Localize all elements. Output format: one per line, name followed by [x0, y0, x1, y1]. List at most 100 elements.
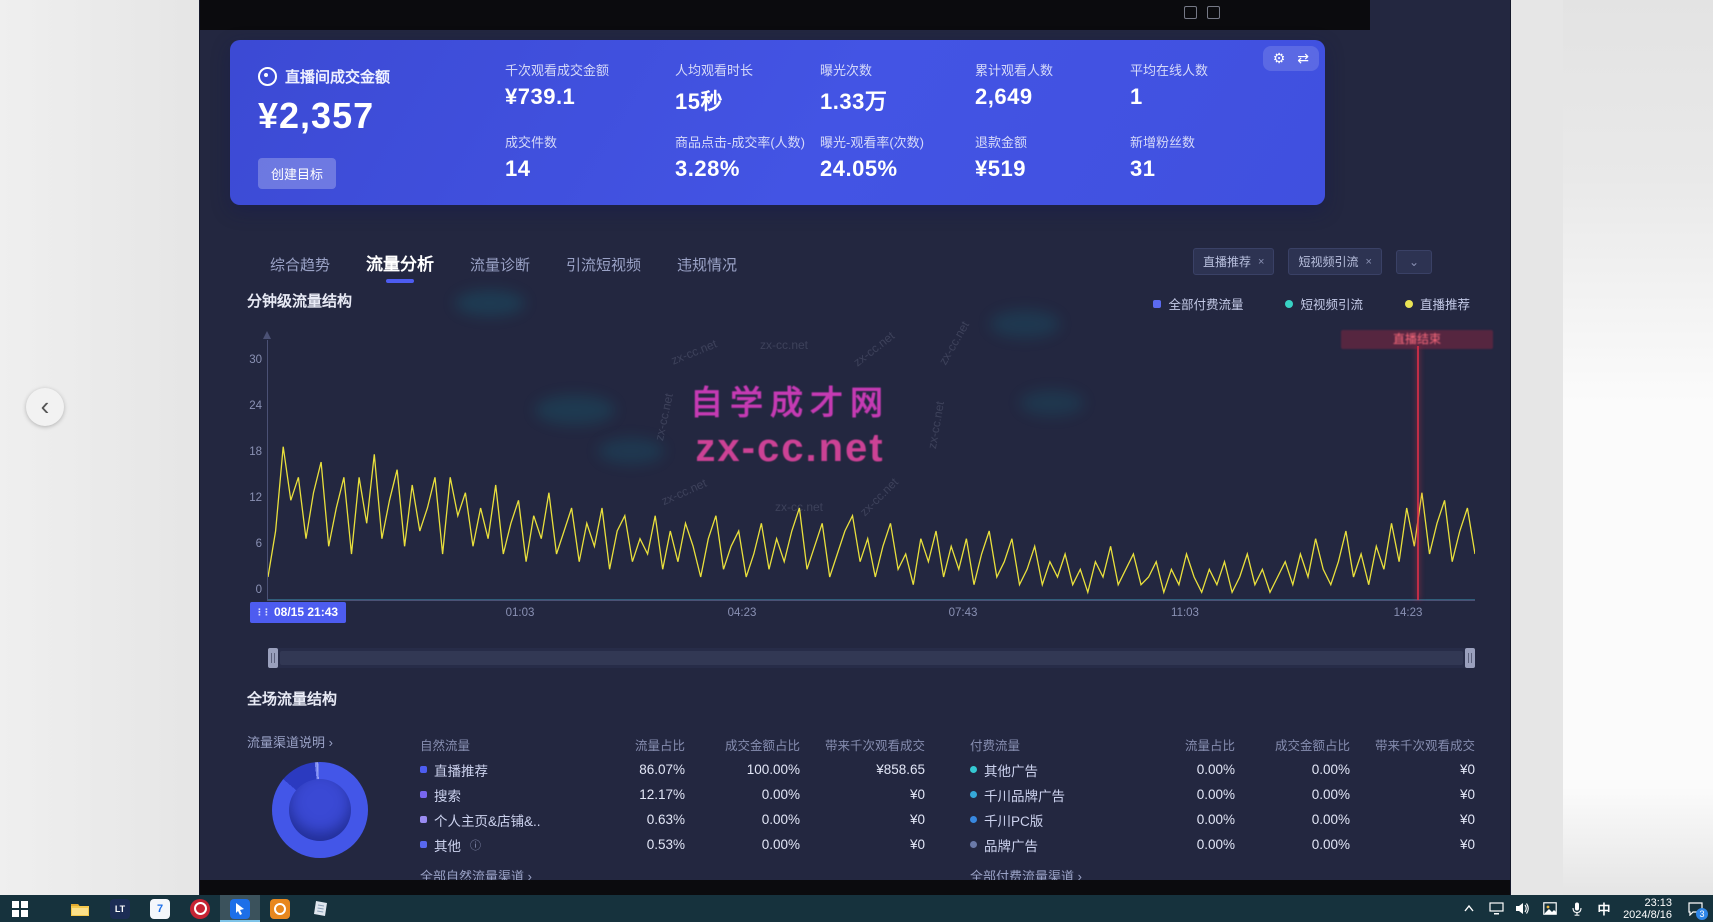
table-header-row: 付费流量 流量占比 成交金额占比 带来千次观看成交 — [970, 732, 1475, 757]
metric-label: 退款金额 — [975, 132, 1140, 151]
file-explorer-button[interactable] — [60, 895, 100, 922]
x-tick: 11:03 — [1150, 607, 1220, 619]
metric-value: 15秒 — [675, 84, 840, 116]
taskbar-clock[interactable]: 23:13 2024/8/16 — [1623, 897, 1672, 921]
cell-traffic-share: 0.00% — [1140, 787, 1235, 802]
channel-explain-link[interactable]: 流量渠道说明 › — [247, 732, 333, 751]
col-gpm: 带来千次观看成交 — [800, 735, 925, 754]
filter-tag-live-recommend[interactable]: 直播推荐× — [1193, 248, 1274, 275]
metric-cell: 曝光次数1.33万 — [820, 60, 985, 116]
taskbar-app-lt[interactable]: LT — [100, 895, 140, 922]
tab-short-video[interactable]: 引流短视频 — [566, 254, 641, 285]
table-row[interactable]: 个人主页&店铺&.. 0.63% 0.00% ¥0 — [420, 807, 925, 832]
tab-overall-trend[interactable]: 综合趋势 — [270, 254, 330, 285]
close-icon[interactable]: × — [1258, 256, 1264, 268]
filter-dropdown-chevron[interactable]: ⌄ — [1396, 250, 1432, 274]
y-tick: 24 — [216, 400, 262, 412]
table-row[interactable]: 品牌广告 0.00% 0.00% ¥0 — [970, 832, 1475, 857]
table-header-row: 自然流量 流量占比 成交金额占比 带来千次观看成交 — [420, 732, 925, 757]
window-titlebar[interactable] — [200, 0, 1370, 30]
microphone-icon[interactable] — [1569, 901, 1585, 917]
info-icon[interactable]: ⓘ — [470, 837, 481, 853]
series-bullet — [970, 766, 977, 773]
chart-legend: 全部付费流量 短视频引流 直播推荐 — [1153, 294, 1470, 313]
taskbar-app-live-companion[interactable] — [220, 895, 260, 922]
col-gmv-share: 成交金额占比 — [685, 735, 800, 754]
clock-time: 23:13 — [1623, 897, 1672, 909]
filter-tag-short-video[interactable]: 短视频引流× — [1288, 248, 1381, 275]
start-button[interactable] — [0, 895, 40, 922]
cell-traffic-share: 86.07% — [590, 762, 685, 777]
table-row[interactable]: 搜索 12.17% 0.00% ¥0 — [420, 782, 925, 807]
volume-icon[interactable] — [1515, 901, 1531, 917]
tray-expand-chevron[interactable] — [1461, 901, 1477, 917]
table-row[interactable]: 千川品牌广告 0.00% 0.00% ¥0 — [970, 782, 1475, 807]
taskbar-app-blue[interactable]: 7 — [140, 895, 180, 922]
swap-icon[interactable]: ⇄ — [1297, 50, 1309, 67]
notification-count-badge: 3 — [1696, 908, 1708, 920]
metric-label: 曝光次数 — [820, 60, 985, 79]
table-row[interactable]: 千川PC版 0.00% 0.00% ¥0 — [970, 807, 1475, 832]
blue-app-icon: 7 — [150, 899, 170, 919]
cell-gpm: ¥0 — [1350, 762, 1475, 777]
scrollbar-right-handle[interactable] — [1465, 648, 1475, 668]
minute-traffic-chart[interactable] — [268, 334, 1475, 604]
legend-item-paid[interactable]: 全部付费流量 — [1153, 294, 1243, 313]
taskbar-app-notes[interactable] — [300, 895, 340, 922]
col-traffic-share: 流量占比 — [1140, 735, 1235, 754]
window-controls[interactable] — [1184, 6, 1220, 19]
x-tick: 04:23 — [707, 607, 777, 619]
time-range-start-chip[interactable]: ⋮⋮08/15 21:43 — [250, 602, 346, 623]
metric-cell: 曝光-观看率(次数)24.05% — [820, 132, 985, 182]
table-row[interactable]: 其他广告 0.00% 0.00% ¥0 — [970, 757, 1475, 782]
table-row[interactable]: 直播推荐 86.07% 100.00% ¥858.65 — [420, 757, 925, 782]
cell-traffic-share: 0.53% — [590, 837, 685, 852]
taskbar-app-red[interactable] — [180, 895, 220, 922]
traffic-donut-chart[interactable] — [272, 762, 368, 858]
metric-cell: 退款金额¥519 — [975, 132, 1140, 182]
metric-cell: 平均在线人数1 — [1130, 60, 1295, 110]
cell-gpm: ¥0 — [1350, 787, 1475, 802]
chart-range-scrollbar[interactable] — [268, 648, 1475, 668]
metric-value: 3.28% — [675, 156, 840, 182]
close-icon[interactable]: × — [1366, 256, 1372, 268]
tab-traffic-diagnosis[interactable]: 流量诊断 — [470, 254, 530, 285]
row-label: 千川PC版 — [984, 810, 1043, 830]
back-chevron-button[interactable]: ‹ — [26, 388, 64, 426]
ime-indicator[interactable]: 中 — [1596, 901, 1612, 917]
window-control-icon[interactable] — [1184, 6, 1197, 19]
cell-gpm: ¥0 — [800, 812, 925, 827]
taskbar-tray: 中 23:13 2024/8/16 3 — [1461, 897, 1713, 921]
clock-date: 2024/8/16 — [1623, 909, 1672, 921]
cell-gpm: ¥0 — [800, 837, 925, 852]
tab-traffic-analysis[interactable]: 流量分析 — [366, 250, 434, 285]
screenshot-tray-icon[interactable] — [1542, 901, 1558, 917]
series-bullet — [970, 841, 977, 848]
scrollbar-left-handle[interactable] — [268, 648, 278, 668]
cell-gpm: ¥0 — [800, 787, 925, 802]
cell-traffic-share: 0.63% — [590, 812, 685, 827]
scrollbar-track[interactable] — [280, 651, 1463, 665]
notification-center-button[interactable]: 3 — [1687, 901, 1703, 917]
legend-label: 短视频引流 — [1300, 294, 1363, 313]
create-goal-button[interactable]: 创建目标 — [258, 158, 336, 189]
lt-app-icon: LT — [110, 899, 130, 919]
table-row[interactable]: 其他ⓘ 0.53% 0.00% ¥0 — [420, 832, 925, 857]
summary-title-row: 直播间成交金额 — [258, 66, 390, 87]
display-cast-icon[interactable] — [1488, 901, 1504, 917]
cell-gmv-share: 0.00% — [685, 787, 800, 802]
legend-swatch — [1405, 300, 1413, 308]
drag-handle-icon: ⋮⋮ — [255, 607, 269, 618]
screen: ‹ 直播间成交金额 ¥2,357 创建目标 ⚙ ⇄ 千次观看成交金额¥739.1… — [0, 0, 1713, 922]
cell-gpm: ¥858.65 — [800, 762, 925, 777]
session-section-title: 全场流量结构 — [247, 688, 337, 709]
metric-label: 商品点击-成交率(人数) — [675, 132, 840, 151]
metric-value: 2,649 — [975, 84, 1140, 110]
legend-item-short-video[interactable]: 短视频引流 — [1285, 294, 1363, 313]
legend-item-live-recommend[interactable]: 直播推荐 — [1405, 294, 1470, 313]
tab-violations[interactable]: 违规情况 — [677, 254, 737, 285]
taskbar-app-orange[interactable] — [260, 895, 300, 922]
window-control-icon[interactable] — [1207, 6, 1220, 19]
screen-glare — [455, 290, 525, 316]
notepad-icon — [312, 900, 329, 917]
